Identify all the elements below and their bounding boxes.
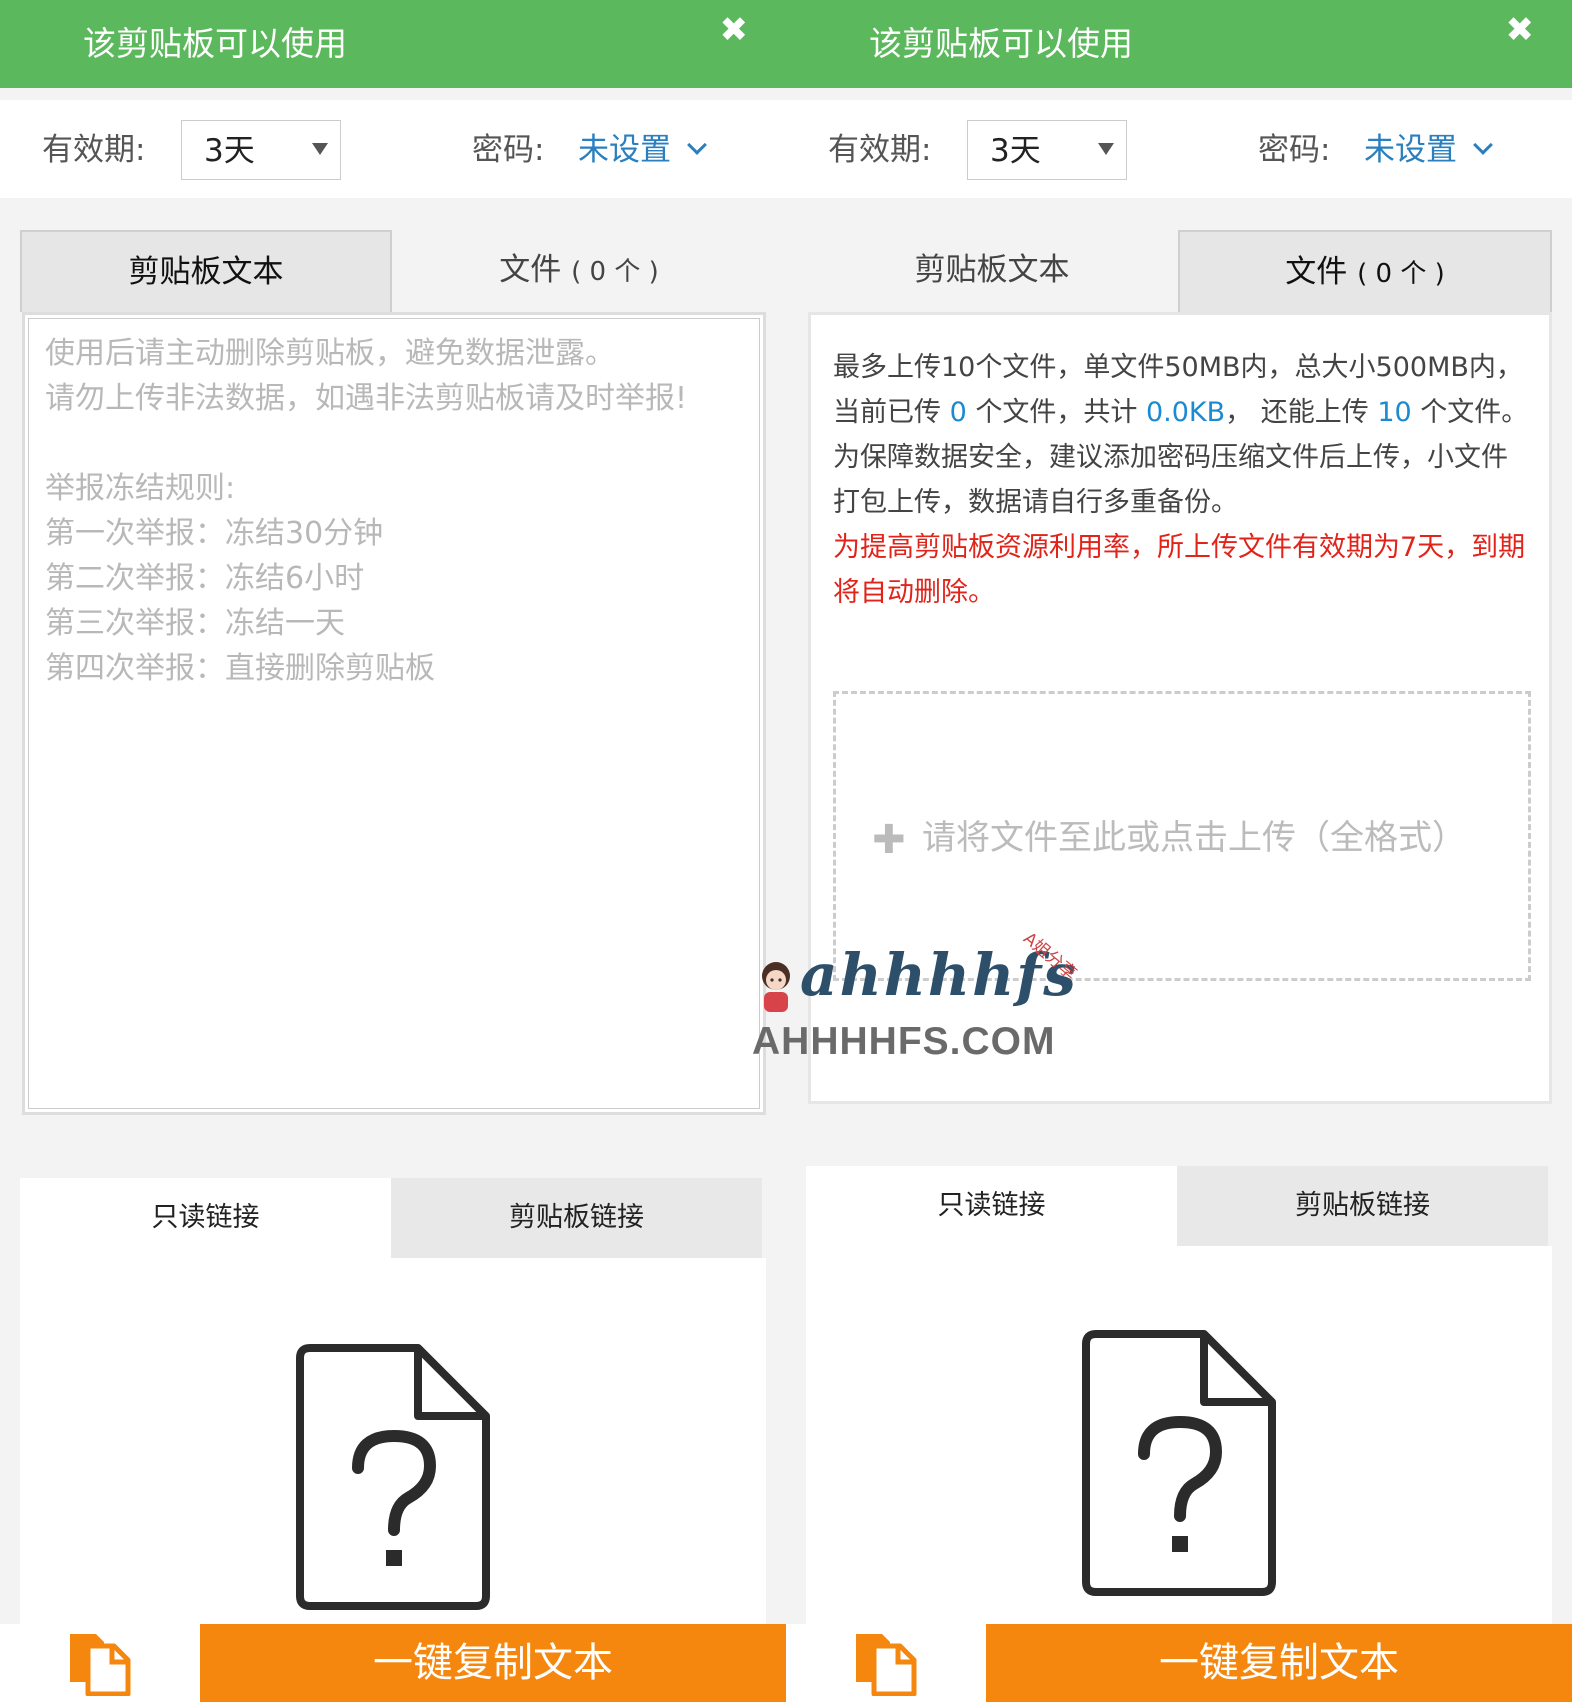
content-tabs: 剪贴板文本 文件 ( 0 个 ) xyxy=(20,230,766,312)
tab-label: 文件 xyxy=(1285,254,1348,290)
expire-label: 有效期: xyxy=(42,132,146,168)
qr-code-area xyxy=(20,1258,766,1624)
tab-clipboard-text[interactable]: 剪贴板文本 xyxy=(806,230,1178,312)
link-tabs: 只读链接 剪贴板链接 xyxy=(20,1178,766,1258)
textarea-placeholder: 使用后请主动删除剪贴板，避免数据泄露。 请勿上传非法数据，如遇非法剪贴板请及时举… xyxy=(45,336,688,686)
copy-text-button[interactable]: 一键复制文本 xyxy=(986,1624,1572,1702)
tab-label: 剪贴板文本 xyxy=(128,254,284,290)
uploaded-count: 0 xyxy=(949,397,967,428)
plus-icon: ✚ xyxy=(872,817,906,863)
copy-icon[interactable] xyxy=(852,1632,918,1696)
password-toggle[interactable]: 未设置 xyxy=(578,128,671,172)
total-size: 0.0KB xyxy=(1145,397,1226,428)
tab-label: 剪贴板文本 xyxy=(914,252,1070,288)
total-label: 个文件，共计 xyxy=(975,397,1138,428)
file-count: ( 0 个 ) xyxy=(571,257,659,287)
upload-info: 最多上传10个文件，单文件50MB内，总大小500MB内， 当前已传 0 个文件… xyxy=(833,345,1533,615)
content-tabs: 剪贴板文本 文件 ( 0 个 ) xyxy=(806,230,1552,312)
remaining-suffix: 个文件。 xyxy=(1420,397,1529,428)
expire-value: 3天 xyxy=(204,133,255,169)
remaining-label: ， 还能上传 xyxy=(1225,397,1369,428)
expire-label: 有效期: xyxy=(828,132,932,168)
remaining-count: 10 xyxy=(1377,397,1412,428)
status-banner: 该剪贴板可以使用 ✖ xyxy=(786,0,1572,88)
settings-bar: 有效期: 3天 密码: 未设置 xyxy=(0,100,786,198)
password-toggle[interactable]: 未设置 xyxy=(1364,128,1457,172)
tab-files[interactable]: 文件 ( 0 个 ) xyxy=(1178,230,1552,312)
tab-label: 文件 xyxy=(499,252,562,288)
expire-select[interactable]: 3天 xyxy=(967,120,1127,180)
screenshot-composite: 该剪贴板可以使用 ✖ 有效期: 3天 密码: 未设置 剪贴板文本 文件 ( 0 … xyxy=(0,0,1572,1702)
expire-value: 3天 xyxy=(990,133,1041,169)
clipboard-panel-text: 该剪贴板可以使用 ✖ 有效期: 3天 密码: 未设置 剪贴板文本 文件 ( 0 … xyxy=(0,0,786,1702)
chevron-down-icon[interactable] xyxy=(687,135,707,155)
close-icon[interactable]: ✖ xyxy=(1506,10,1535,50)
missing-image-icon xyxy=(296,1344,490,1610)
clipboard-panel-files: 该剪贴板可以使用 ✖ 有效期: 3天 密码: 未设置 剪贴板文本 文件 ( 0 … xyxy=(786,0,1572,1702)
tab-files[interactable]: 文件 ( 0 个 ) xyxy=(392,230,766,312)
tab-readonly-link[interactable]: 只读链接 xyxy=(20,1178,391,1258)
tab-clipboard-link[interactable]: 剪贴板链接 xyxy=(391,1178,762,1258)
bottom-action-bar: 一键复制文本 xyxy=(0,1624,786,1702)
settings-bar: 有效期: 3天 密码: 未设置 xyxy=(786,100,1572,198)
tab-readonly-link[interactable]: 只读链接 xyxy=(806,1166,1177,1246)
password-label: 密码: xyxy=(1258,132,1331,168)
banner-text: 该剪贴板可以使用 xyxy=(869,24,1133,63)
copy-text-button[interactable]: 一键复制文本 xyxy=(200,1624,786,1702)
caret-down-icon xyxy=(1098,143,1114,155)
watermark-site: AHHHHFS.COM xyxy=(752,1020,1056,1063)
qr-code-area xyxy=(806,1246,1552,1624)
upload-limits: 最多上传10个文件，单文件50MB内，总大小500MB内， xyxy=(833,352,1523,383)
missing-image-icon xyxy=(1082,1330,1276,1596)
caret-down-icon xyxy=(312,143,328,155)
password-label: 密码: xyxy=(472,132,545,168)
chevron-down-icon[interactable] xyxy=(1473,135,1493,155)
copy-icon[interactable] xyxy=(66,1632,132,1696)
watermark: ahhhhfs A姐分享 AHHHHFS.COM xyxy=(752,929,1082,1066)
status-banner: 该剪贴板可以使用 ✖ xyxy=(0,0,786,88)
tab-clipboard-link[interactable]: 剪贴板链接 xyxy=(1177,1166,1548,1246)
close-icon[interactable]: ✖ xyxy=(720,10,749,50)
drop-zone-text: 请将文件至此或点击上传（全格式） xyxy=(922,818,1466,858)
security-tip: 为保障数据安全，建议添加密码压缩文件后上传，小文件打包上传，数据请自行多重备份。 xyxy=(833,442,1508,518)
mascot-icon xyxy=(762,962,790,1012)
file-count: ( 0 个 ) xyxy=(1357,259,1445,289)
clipboard-textarea[interactable]: 使用后请主动删除剪贴板，避免数据泄露。 请勿上传非法数据，如遇非法剪贴板请及时举… xyxy=(22,312,766,1115)
expiry-warning: 为提高剪贴板资源利用率，所上传文件有效期为7天，到期将自动删除。 xyxy=(833,532,1526,608)
tab-clipboard-text[interactable]: 剪贴板文本 xyxy=(20,230,392,312)
bottom-action-bar: 一键复制文本 xyxy=(786,1624,1572,1702)
banner-text: 该剪贴板可以使用 xyxy=(83,24,347,63)
uploaded-label: 当前已传 xyxy=(833,397,941,428)
expire-select[interactable]: 3天 xyxy=(181,120,341,180)
link-tabs: 只读链接 剪贴板链接 xyxy=(806,1166,1552,1246)
